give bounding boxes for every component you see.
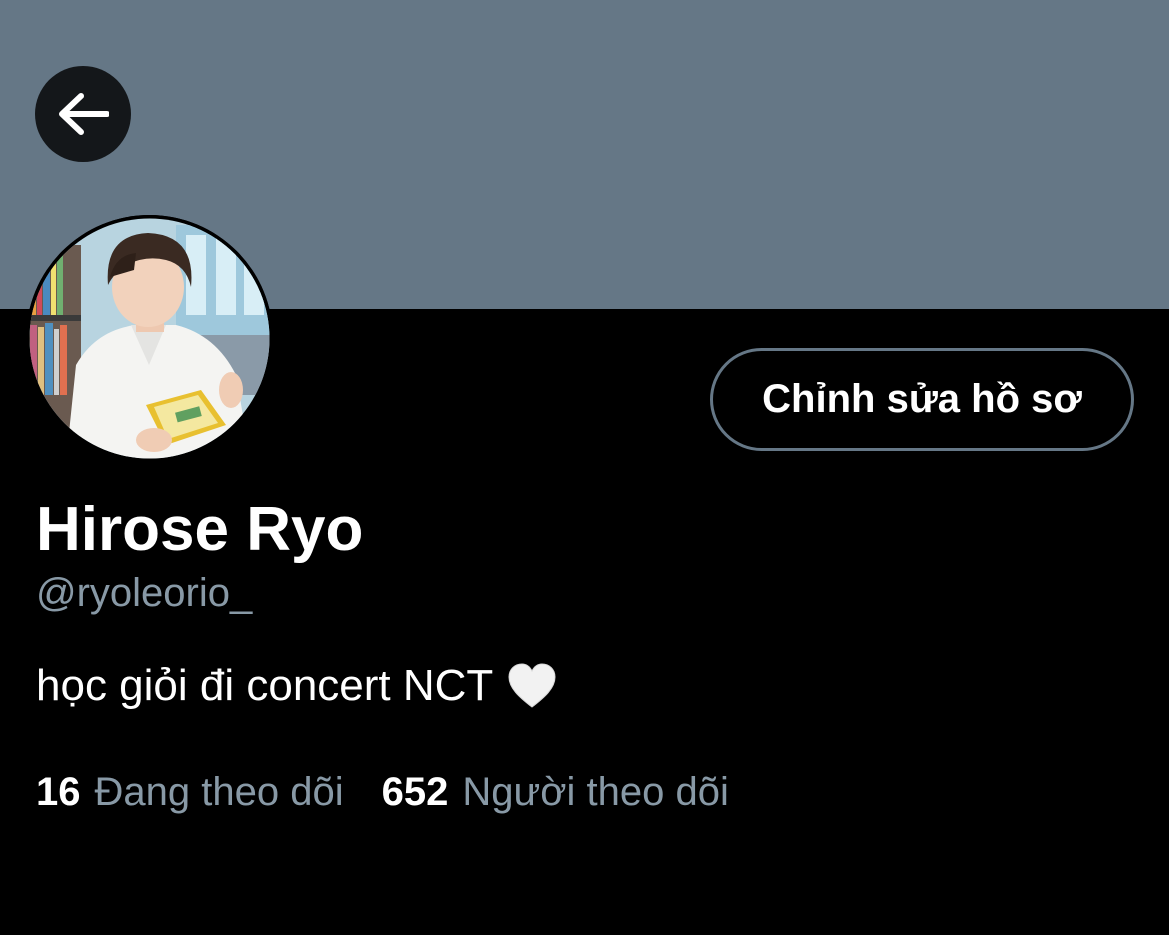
edit-profile-label: Chỉnh sửa hồ sơ bbox=[762, 377, 1082, 421]
back-button[interactable] bbox=[35, 66, 131, 162]
arrow-left-icon bbox=[59, 93, 109, 135]
white-heart-icon bbox=[508, 663, 556, 708]
avatar[interactable] bbox=[26, 215, 273, 462]
bio-text: học giỏi đi concert NCT bbox=[36, 661, 494, 710]
edit-profile-button[interactable]: Chỉnh sửa hồ sơ bbox=[710, 348, 1134, 451]
followers-stat[interactable]: 652 Người theo dõi bbox=[382, 768, 729, 816]
user-handle: @ryoleorio_ bbox=[36, 571, 253, 615]
following-stat[interactable]: 16 Đang theo dõi bbox=[36, 768, 344, 816]
following-count: 16 bbox=[36, 770, 81, 814]
display-name: Hirose Ryo bbox=[36, 495, 364, 564]
followers-label: Người theo dõi bbox=[462, 770, 729, 814]
profile-page: Chỉnh sửa hồ sơ Hirose Ryo @ryoleorio_ h… bbox=[0, 0, 1169, 935]
avatar-image bbox=[26, 215, 273, 462]
follow-stats: 16 Đang theo dõi 652 Người theo dõi bbox=[36, 768, 767, 816]
following-label: Đang theo dõi bbox=[94, 770, 344, 814]
followers-count: 652 bbox=[381, 770, 449, 814]
profile-bio: học giỏi đi concert NCT bbox=[36, 660, 557, 712]
